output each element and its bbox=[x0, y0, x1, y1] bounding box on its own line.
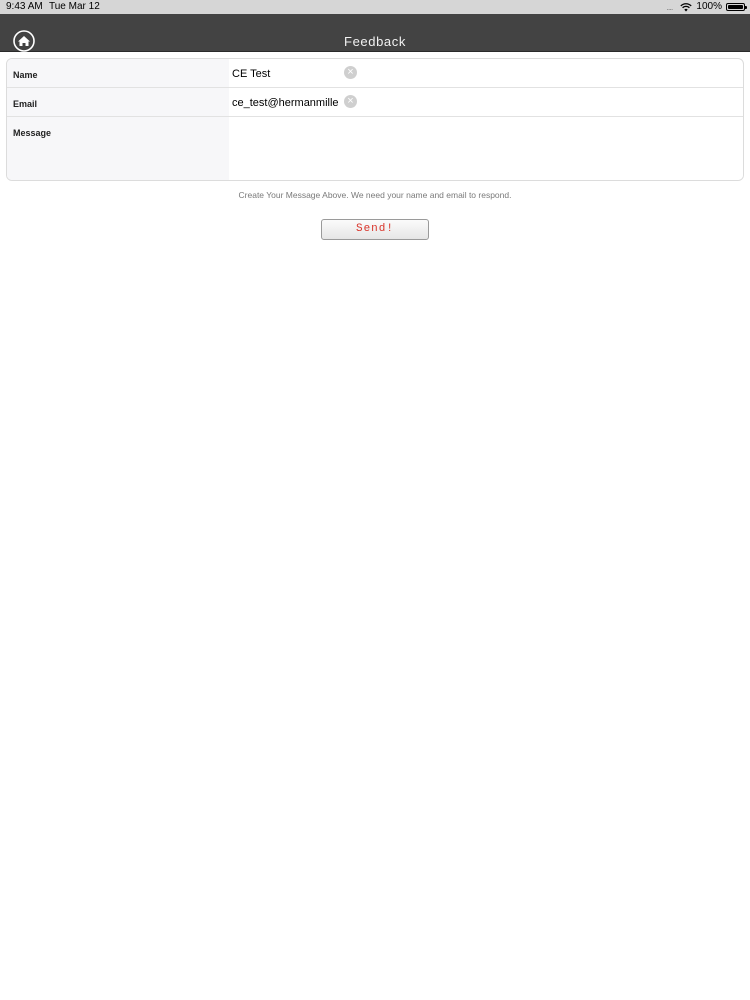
battery-icon bbox=[726, 2, 747, 11]
battery-percent: 100% bbox=[696, 1, 722, 12]
message-label: Message bbox=[13, 128, 52, 138]
clear-email-icon[interactable]: × bbox=[344, 95, 357, 108]
message-label-cell: Message bbox=[7, 117, 229, 180]
email-label: Email bbox=[13, 99, 38, 109]
name-label-cell: Name bbox=[7, 59, 229, 87]
multitasking-dots: .... bbox=[666, 1, 673, 12]
name-field[interactable] bbox=[232, 66, 338, 81]
status-date: Tue Mar 12 bbox=[49, 1, 100, 12]
email-field[interactable] bbox=[232, 95, 338, 110]
name-row: Name × bbox=[7, 59, 743, 88]
page-title: Feedback bbox=[344, 34, 406, 49]
navigation-bar: Feedback bbox=[0, 14, 750, 52]
name-label: Name bbox=[13, 70, 38, 80]
message-row: Message bbox=[7, 117, 743, 180]
status-time: 9:43 AM bbox=[6, 1, 43, 12]
email-label-cell: Email bbox=[7, 88, 229, 116]
email-row: Email × bbox=[7, 88, 743, 117]
status-bar: 9:43 AM Tue Mar 12 .... 100% bbox=[0, 0, 750, 14]
message-field[interactable] bbox=[229, 117, 743, 180]
wifi-icon bbox=[680, 2, 693, 11]
clear-name-icon[interactable]: × bbox=[344, 66, 357, 79]
form-hint: Create Your Message Above. We need your … bbox=[238, 190, 512, 200]
send-button[interactable]: Send! bbox=[321, 219, 429, 240]
status-right-group: .... 100% bbox=[666, 1, 747, 12]
feedback-form: Name × Email × Message bbox=[6, 58, 744, 181]
